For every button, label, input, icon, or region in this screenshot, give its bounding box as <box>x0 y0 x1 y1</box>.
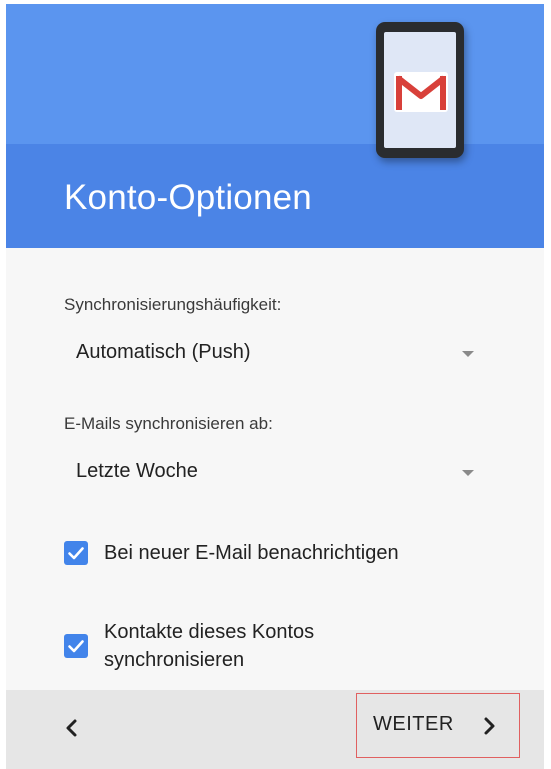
notify-checkbox-label: Bei neuer E-Mail benachrichtigen <box>104 542 399 564</box>
notify-checkbox[interactable] <box>64 541 88 565</box>
contacts-checkbox[interactable] <box>64 634 88 658</box>
contacts-checkbox-label: Kontakte dieses Kontos synchronisieren <box>104 618 484 674</box>
back-button[interactable] <box>52 708 92 748</box>
header: Konto-Optionen <box>6 4 544 248</box>
contacts-label-line2: synchronisieren <box>104 649 245 671</box>
account-options-screen: Konto-Optionen Synchronisierungshäufigke… <box>6 4 544 769</box>
dropdown-arrow-icon <box>462 351 474 357</box>
bottom-navigation-bar: WEITER <box>6 690 544 769</box>
sync-since-value: Letzte Woche <box>76 460 198 482</box>
chevron-left-icon <box>66 719 77 737</box>
notify-new-email-option[interactable]: Bei neuer E-Mail benachrichtigen <box>64 539 484 569</box>
checkmark-icon <box>68 640 84 653</box>
sync-frequency-value: Automatisch (Push) <box>76 341 251 363</box>
sync-since-dropdown[interactable]: Letzte Woche <box>64 452 474 492</box>
options-form: Synchronisierungshäufigkeit: Automatisch… <box>6 248 544 690</box>
gmail-icon <box>394 72 448 112</box>
sync-frequency-dropdown[interactable]: Automatisch (Push) <box>64 333 474 373</box>
checkmark-icon <box>68 547 84 560</box>
next-button-label: WEITER <box>373 713 454 735</box>
next-button[interactable]: WEITER <box>356 693 520 758</box>
phone-illustration <box>376 22 464 158</box>
sync-contacts-option[interactable]: Kontakte dieses Kontos synchronisieren <box>64 618 484 678</box>
dropdown-arrow-icon <box>462 470 474 476</box>
contacts-label-line1: Kontakte dieses Kontos <box>104 621 315 643</box>
sync-frequency-label: Synchronisierungshäufigkeit: <box>64 295 282 314</box>
sync-since-label: E-Mails synchronisieren ab: <box>64 414 273 433</box>
page-title: Konto-Optionen <box>64 178 312 217</box>
chevron-right-icon <box>484 717 495 735</box>
